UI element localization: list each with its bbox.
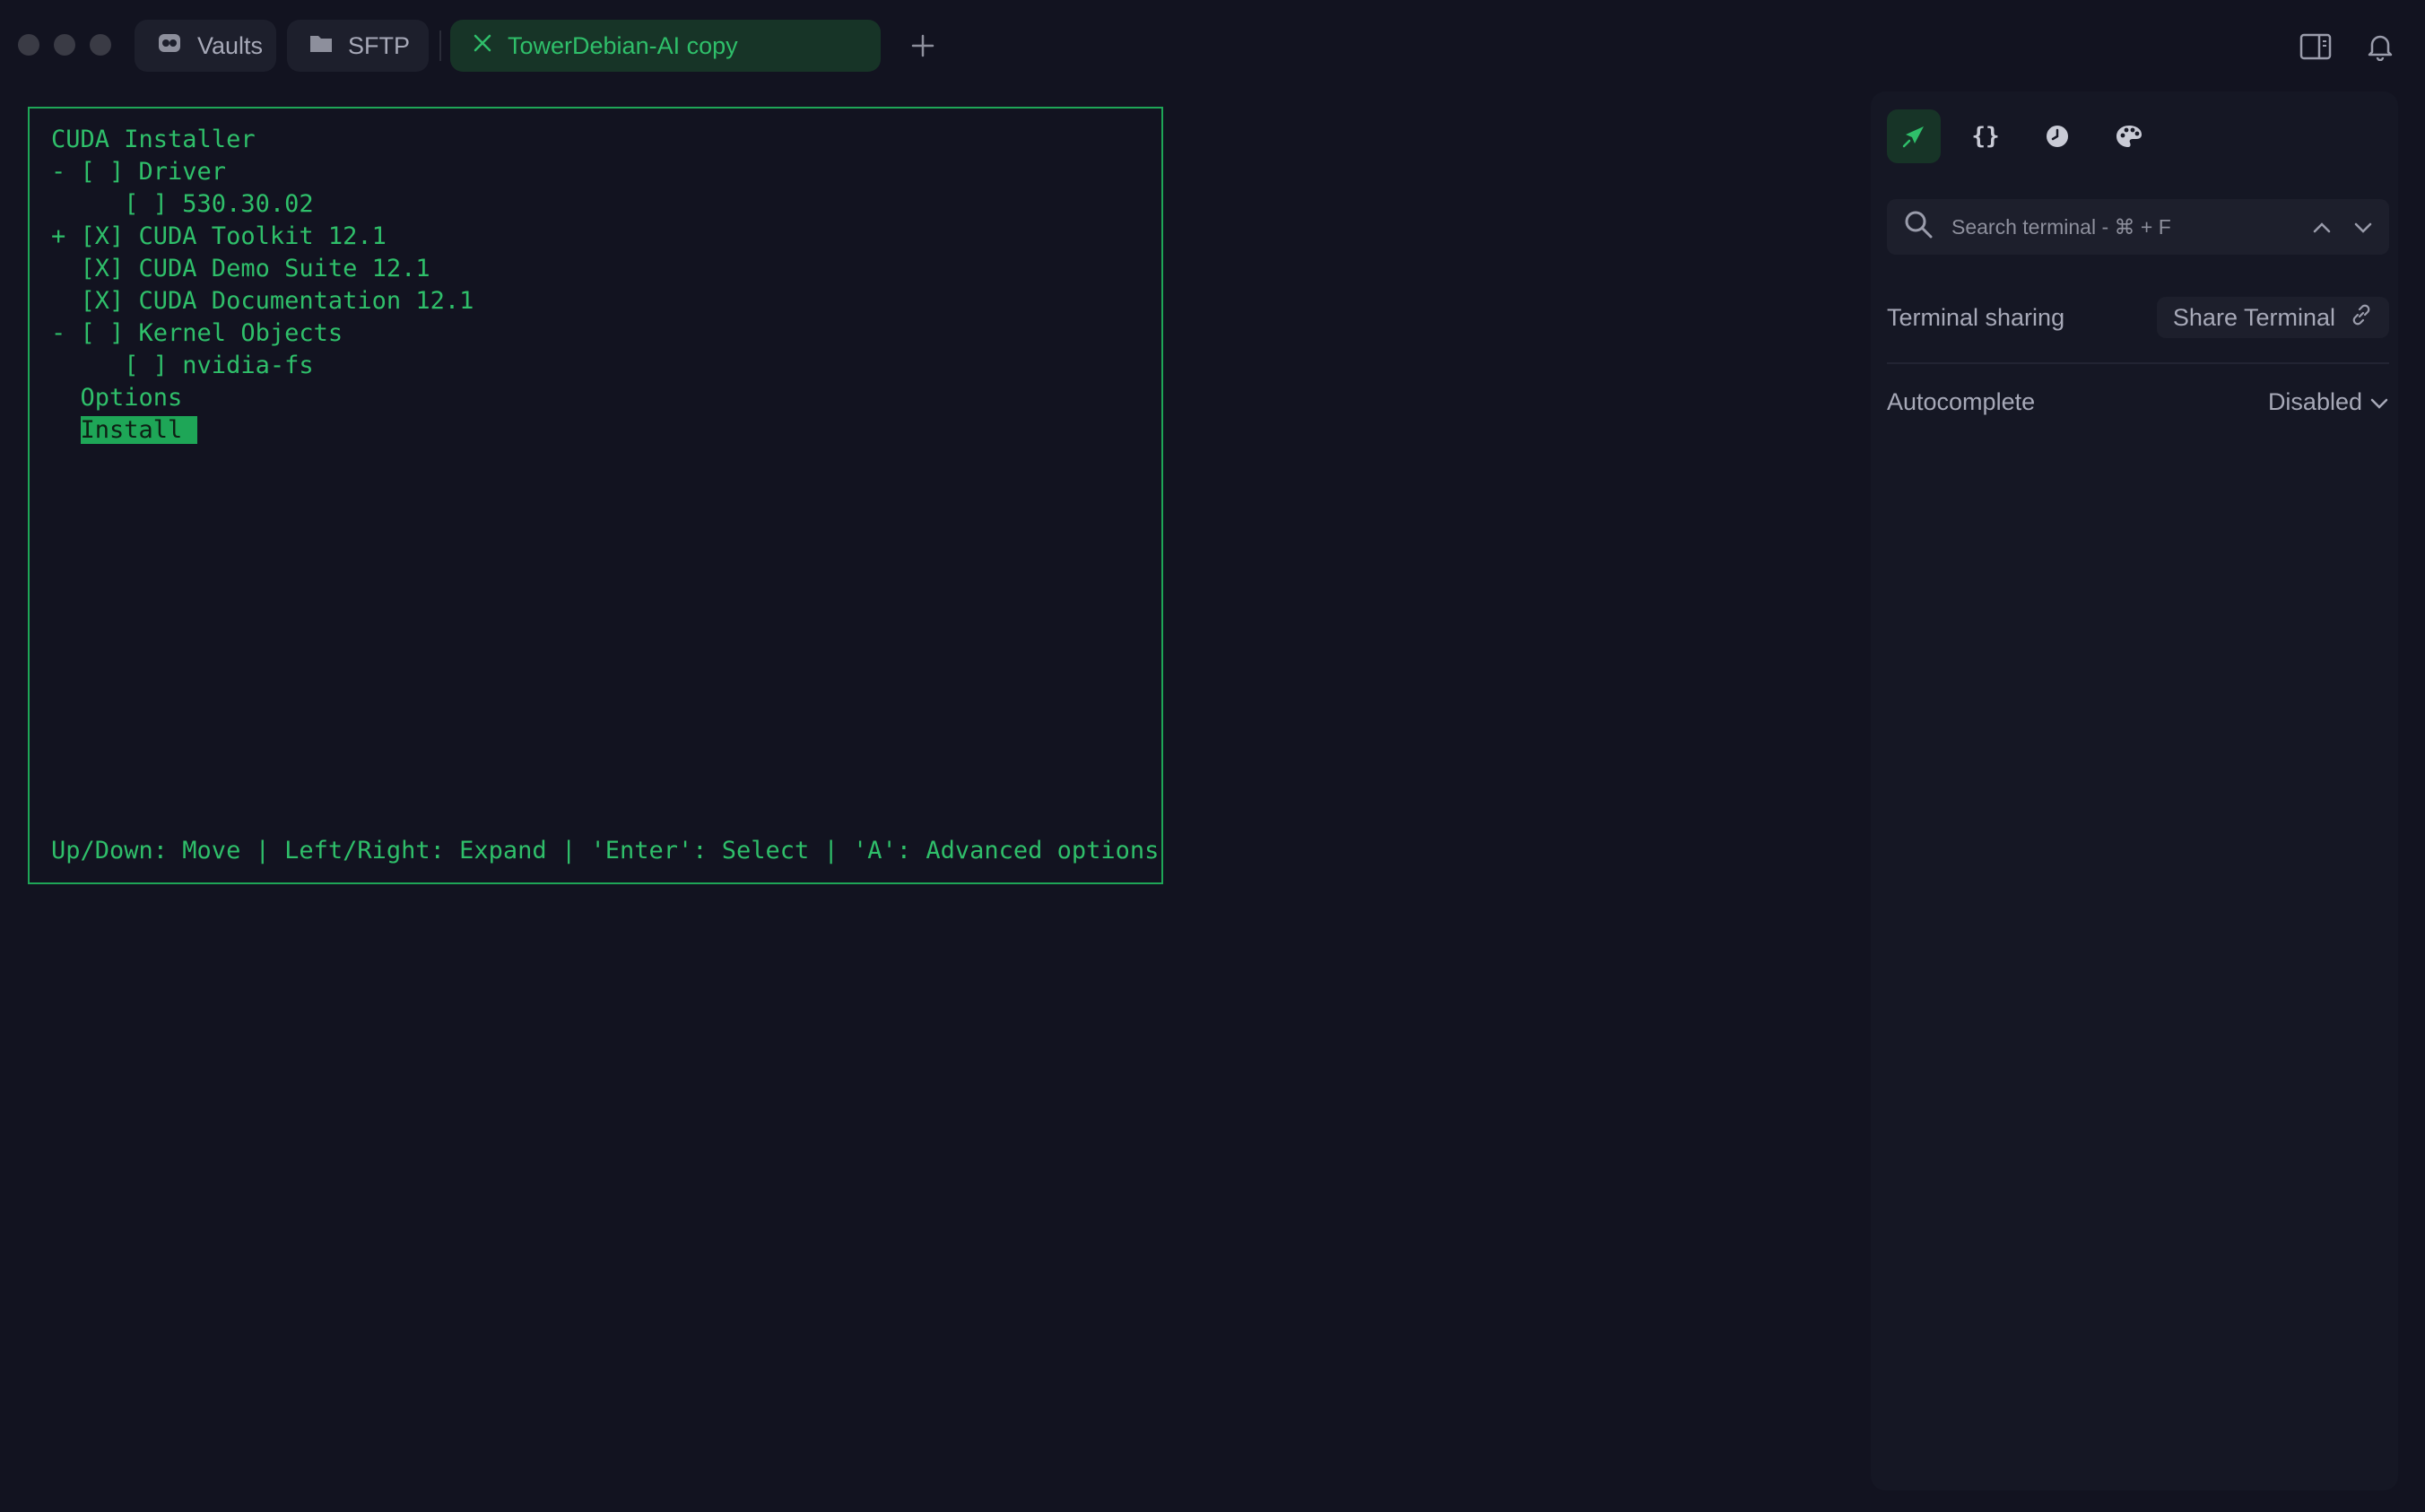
chevron-down-icon[interactable] — [2353, 215, 2373, 239]
share-terminal-button[interactable]: Share Terminal — [2156, 297, 2389, 338]
autocomplete-dropdown[interactable]: Disabled — [2268, 388, 2389, 416]
search-input[interactable] — [1950, 213, 2312, 240]
tab-sftp-label: SFTP — [348, 31, 411, 59]
terminal-line: [ ] nvidia-fs — [51, 352, 314, 379]
tab-terminal-active[interactable]: TowerDebian-AI copy — [450, 20, 881, 72]
chevron-up-icon[interactable] — [2312, 215, 2332, 239]
maximize-window-button[interactable] — [90, 34, 111, 56]
close-window-button[interactable] — [18, 34, 39, 56]
minimize-window-button[interactable] — [54, 34, 75, 56]
add-tab-button[interactable] — [900, 23, 945, 68]
tab-separator — [439, 30, 441, 61]
autocomplete-value: Disabled — [2267, 387, 2362, 415]
tab-terminal-label: TowerDebian-AI copy — [508, 31, 738, 59]
terminal-sharing-label: Terminal sharing — [1887, 303, 2065, 331]
tab-vaults[interactable]: Vaults — [135, 20, 276, 72]
terminal-help-line: Up/Down: Move | Left/Right: Expand | 'En… — [51, 837, 1160, 865]
terminal-search — [1887, 199, 2389, 255]
search-icon — [1903, 209, 1934, 245]
terminal-line: [X] CUDA Demo Suite 12.1 — [51, 255, 430, 282]
terminal-line: - [ ] Kernel Objects — [51, 319, 343, 347]
braces-icon[interactable]: {} — [1959, 109, 2012, 163]
terminal-line: + [X] CUDA Toolkit 12.1 — [51, 222, 387, 250]
chevron-down-icon — [2369, 388, 2389, 416]
terminal-sharing-row: Terminal sharing Share Terminal — [1887, 291, 2389, 344]
sidebar-toggle-icon[interactable] — [2296, 27, 2335, 66]
autocomplete-row: Autocomplete Disabled — [1887, 375, 2389, 429]
history-icon[interactable] — [2030, 109, 2084, 163]
terminal-line: CUDA Installer — [51, 126, 256, 153]
terminal-line-indent — [51, 416, 81, 444]
app-window: Vaults SFTP TowerDebian-AI copy CUDA Ins… — [0, 0, 2425, 1512]
terminal-view[interactable]: CUDA Installer - [ ] Driver [ ] 530.30.0… — [28, 107, 1163, 884]
terminal-line: [ ] 530.30.02 — [51, 190, 314, 218]
side-panel: {} Search terminal - ⌘ + F Terminal shar… — [1871, 91, 2398, 1490]
terminal-line: Options — [51, 384, 183, 412]
share-terminal-label: Share Terminal — [2172, 303, 2335, 331]
rocket-icon[interactable] — [1887, 109, 1941, 163]
plus-icon — [911, 34, 934, 57]
panel-divider — [1887, 362, 2389, 364]
tab-sftp[interactable]: SFTP — [287, 20, 429, 72]
folder-icon — [309, 32, 334, 60]
window-controls — [18, 34, 111, 56]
palette-icon[interactable] — [2102, 109, 2156, 163]
autocomplete-label: Autocomplete — [1887, 387, 2036, 415]
install-option-highlight[interactable]: Install — [80, 416, 197, 444]
terminal-line: [X] CUDA Documentation 12.1 — [51, 287, 474, 315]
bell-icon[interactable] — [2360, 27, 2400, 66]
terminal-line: - [ ] Driver — [51, 158, 227, 186]
tab-vaults-label: Vaults — [197, 31, 264, 59]
close-tab-icon[interactable] — [472, 32, 493, 60]
terminal-line: Install — [51, 414, 197, 447]
link-icon — [2350, 303, 2373, 333]
vault-icon — [156, 30, 183, 63]
